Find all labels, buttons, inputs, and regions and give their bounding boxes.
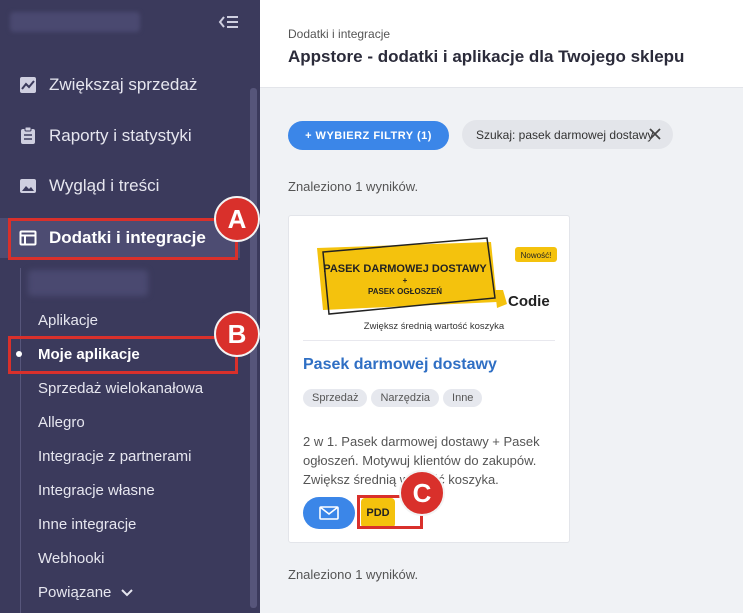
chart-line-icon [20,77,36,93]
submenu-item-allegro[interactable]: Allegro [38,414,85,431]
submenu-item-apps[interactable]: Aplikacje [38,312,98,329]
submenu-item-related[interactable]: Powiązane [38,584,134,601]
banner-tagline: Zwiększ średnią wartość koszyka [364,321,505,332]
marker-a: A [214,196,260,242]
marker-b: B [214,311,260,357]
main-content: Dodatki i integracje Appstore - dodatki … [260,0,743,613]
nav-label: Wygląd i treści [49,176,160,195]
nav-label: Raporty i statystyki [49,126,192,145]
image-icon [20,179,36,193]
tag: Inne [443,389,483,407]
shop-name-blurred [10,12,140,32]
nav-item-reports[interactable]: Raporty i statystyki [0,116,240,156]
clipboard-icon [21,127,35,144]
close-icon[interactable] [649,128,661,140]
results-count-bottom: Znaleziono 1 wyników. [288,567,419,582]
results-count-top: Znaleziono 1 wyników. [288,179,419,194]
nav-item-appearance[interactable]: Wygląd i treści [0,166,240,206]
submenu-label: Powiązane [38,584,112,601]
highlight-box-a [8,218,238,260]
banner-line1: PASEK DARMOWEJ DOSTAWY [323,263,487,275]
sidebar-header [0,0,260,44]
nav-label: Zwiększaj sprzedaż [49,75,198,94]
highlight-box-b [8,336,238,374]
card-divider [303,340,555,341]
search-filter-label: Szukaj: pasek darmowej dostawy [476,127,654,142]
nav-item-sales[interactable]: Zwiększaj sprzedaż [0,65,240,105]
collapse-sidebar-icon[interactable] [218,12,240,32]
submenu-item-own-integrations[interactable]: Integracje własne [38,482,155,499]
tag-list: Sprzedaż Narzędzia Inne [303,389,483,407]
tag: Narzędzia [371,389,440,407]
banner-line2: PASEK OGŁOSZEŃ [368,287,442,296]
page-header: Dodatki i integracje Appstore - dodatki … [260,0,743,88]
new-badge: Nowość! [521,251,552,260]
marker-c: C [399,470,445,516]
submenu-heading-blurred [28,270,148,296]
submenu-item-multichannel[interactable]: Sprzedaż wielokanałowa [38,380,203,397]
submenu-item-other-integrations[interactable]: Inne integracje [38,516,136,533]
submenu-item-webhooks[interactable]: Webhooki [38,550,104,567]
breadcrumb[interactable]: Dodatki i integracje [288,27,390,41]
chevron-down-icon [121,588,134,596]
app-title[interactable]: Pasek darmowej dostawy [303,356,497,374]
tag: Sprzedaż [303,389,368,407]
mail-icon [319,506,339,520]
codie-logo: Codie [508,293,550,310]
sidebar: Zwiększaj sprzedaż Raporty i statystyki … [0,0,260,613]
app-banner-image: PASEK DARMOWEJ DOSTAWY + PASEK OGŁOSZEŃ … [317,237,557,332]
banner-plus: + [403,276,408,285]
page-title: Appstore - dodatki i aplikacje dla Twoje… [288,47,685,66]
submenu-divider [20,268,21,613]
contact-button[interactable] [303,497,355,529]
search-filter-chip: Szukaj: pasek darmowej dostawy [462,120,673,149]
submenu-item-partners[interactable]: Integracje z partnerami [38,448,191,465]
choose-filters-button[interactable]: + WYBIERZ FILTRY (1) [288,121,449,150]
